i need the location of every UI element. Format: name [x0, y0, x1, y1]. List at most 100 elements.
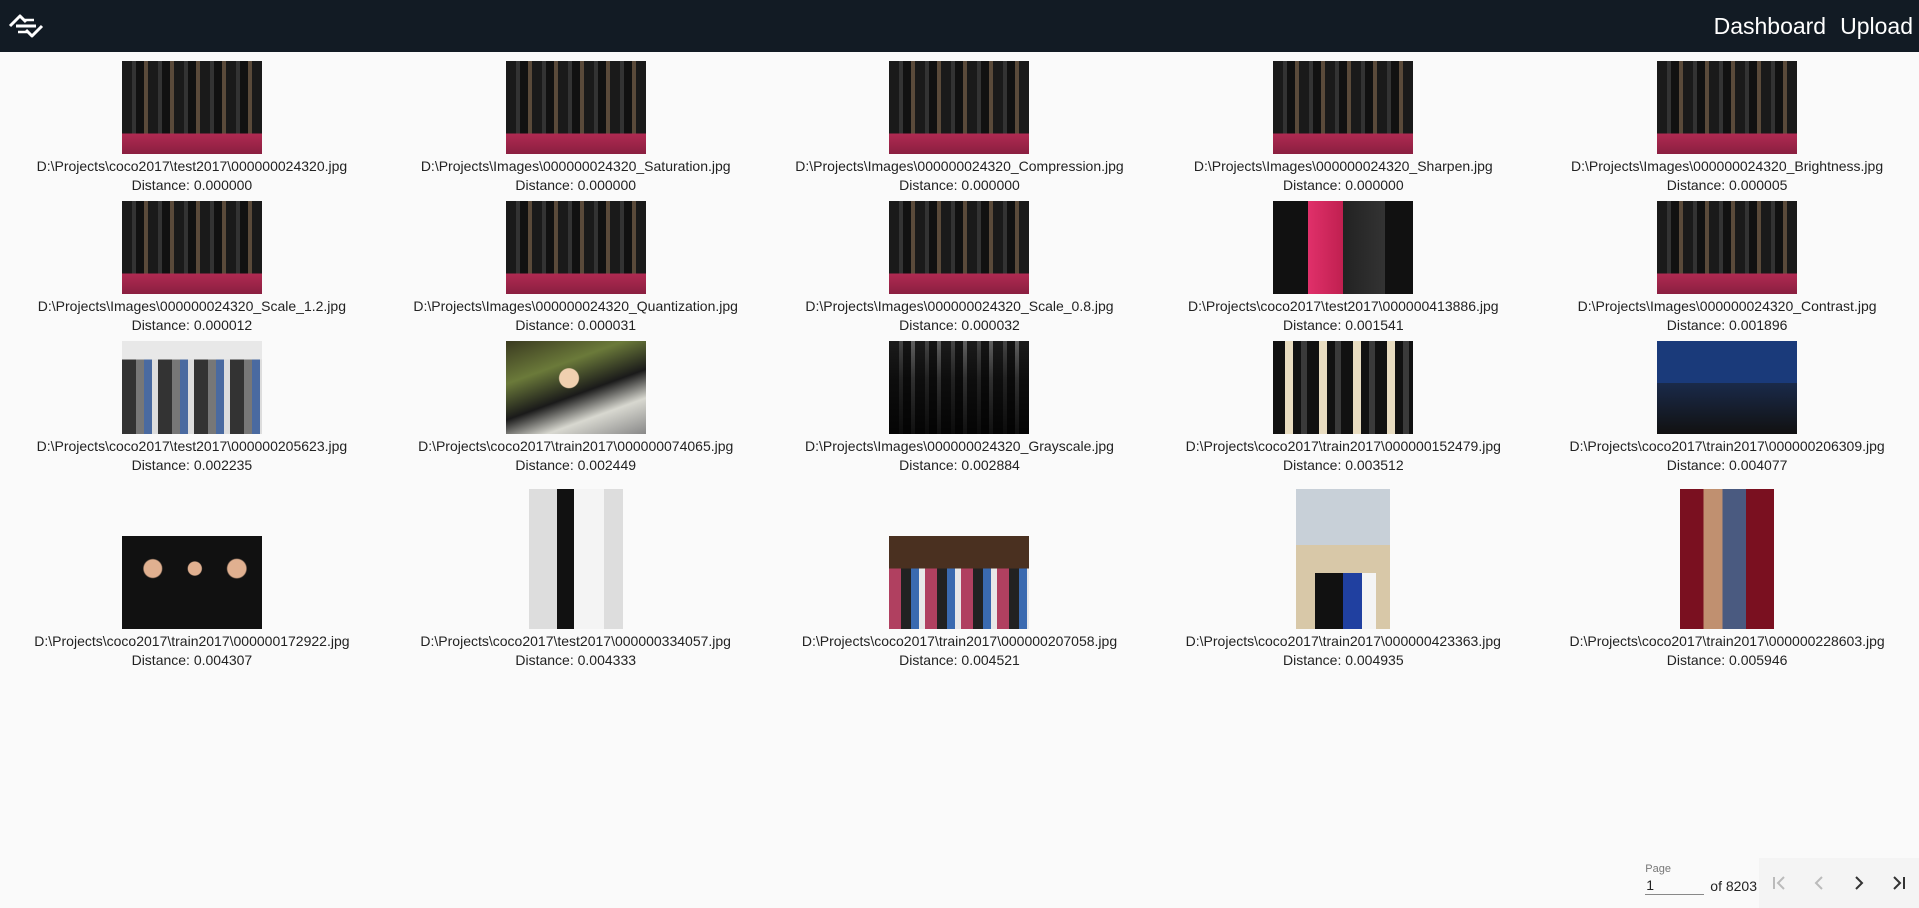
- page-total-text: of 8203: [1710, 878, 1757, 894]
- first-page-button[interactable]: [1759, 858, 1799, 908]
- result-distance: Distance: 0.001541: [1282, 317, 1404, 333]
- result-card[interactable]: D:\Projects\coco2017\train2017\000000152…: [1151, 341, 1535, 475]
- result-distance: Distance: 0.002449: [515, 457, 637, 473]
- thumbnail-frame: [1657, 61, 1798, 154]
- thumbnail-frame: [528, 489, 623, 629]
- result-thumbnail[interactable]: [1657, 341, 1798, 434]
- result-path: D:\Projects\Images\000000024320_Contrast…: [1577, 298, 1877, 314]
- result-thumbnail[interactable]: [505, 61, 646, 154]
- results-row: D:\Projects\coco2017\test2017\0000000243…: [0, 61, 1919, 195]
- thumbnail-frame: [505, 61, 646, 154]
- result-thumbnail[interactable]: [121, 201, 262, 294]
- pager-buttons: [1759, 858, 1919, 908]
- result-distance: Distance: 0.000000: [515, 177, 637, 193]
- result-thumbnail[interactable]: [505, 201, 646, 294]
- thumbnail-frame: [1273, 341, 1414, 434]
- results-row: D:\Projects\coco2017\test2017\0000002056…: [0, 341, 1919, 475]
- result-distance: Distance: 0.002884: [899, 457, 1020, 473]
- result-card[interactable]: D:\Projects\Images\000000024320_Grayscal…: [768, 341, 1152, 475]
- result-card[interactable]: D:\Projects\Images\000000024320_Saturati…: [384, 61, 768, 195]
- result-distance: Distance: 0.003512: [1282, 457, 1404, 473]
- results-grid: D:\Projects\coco2017\test2017\0000000243…: [0, 52, 1919, 670]
- result-card[interactable]: D:\Projects\Images\000000024320_Brightne…: [1535, 61, 1919, 195]
- result-path: D:\Projects\coco2017\test2017\0000004138…: [1188, 298, 1499, 314]
- thumbnail-frame: [121, 489, 262, 629]
- nav-upload-link[interactable]: Upload: [1836, 13, 1917, 40]
- thumbnail-frame: [1273, 61, 1414, 154]
- result-card[interactable]: D:\Projects\coco2017\test2017\0000000243…: [0, 61, 384, 195]
- result-thumbnail[interactable]: [528, 489, 623, 629]
- next-page-button[interactable]: [1839, 858, 1879, 908]
- result-card[interactable]: D:\Projects\coco2017\train2017\000000172…: [0, 489, 384, 670]
- result-path: D:\Projects\coco2017\test2017\0000002056…: [36, 438, 348, 454]
- result-card[interactable]: D:\Projects\coco2017\train2017\000000423…: [1151, 489, 1535, 670]
- thumbnail-frame: [889, 61, 1030, 154]
- result-thumbnail[interactable]: [121, 536, 262, 629]
- thumbnail-frame: [1296, 489, 1391, 629]
- thumbnail-frame: [121, 61, 262, 154]
- result-thumbnail[interactable]: [121, 341, 262, 434]
- thumbnail-frame: [505, 201, 646, 294]
- result-path: D:\Projects\Images\000000024320_Compress…: [795, 158, 1124, 174]
- next-page-icon: [1855, 876, 1864, 890]
- result-thumbnail[interactable]: [889, 201, 1030, 294]
- result-card[interactable]: D:\Projects\Images\000000024320_Scale_0.…: [768, 201, 1152, 335]
- result-distance: Distance: 0.004307: [131, 652, 253, 668]
- result-distance: Distance: 0.000000: [131, 177, 253, 193]
- result-card[interactable]: D:\Projects\Images\000000024320_Quantiza…: [384, 201, 768, 335]
- result-distance: Distance: 0.004521: [899, 652, 1020, 668]
- results-row: D:\Projects\Images\000000024320_Scale_1.…: [0, 201, 1919, 335]
- result-card[interactable]: D:\Projects\coco2017\train2017\000000207…: [768, 489, 1152, 670]
- result-path: D:\Projects\Images\000000024320_Grayscal…: [805, 438, 1114, 454]
- last-page-button[interactable]: [1879, 858, 1919, 908]
- result-card[interactable]: D:\Projects\coco2017\test2017\0000004138…: [1151, 201, 1535, 335]
- previous-page-icon: [1814, 876, 1823, 890]
- result-thumbnail[interactable]: [889, 61, 1030, 154]
- result-path: D:\Projects\coco2017\train2017\000000172…: [34, 633, 350, 649]
- result-thumbnail[interactable]: [1296, 489, 1391, 629]
- page-field: Page: [1645, 863, 1705, 908]
- result-card[interactable]: D:\Projects\coco2017\train2017\000000206…: [1535, 341, 1919, 475]
- thumbnail-frame: [505, 341, 646, 434]
- result-thumbnail[interactable]: [1680, 489, 1775, 629]
- result-thumbnail[interactable]: [889, 536, 1030, 629]
- result-path: D:\Projects\coco2017\train2017\000000074…: [418, 438, 734, 454]
- thumbnail-frame: [889, 201, 1030, 294]
- result-distance: Distance: 0.000012: [131, 317, 253, 333]
- result-path: D:\Projects\Images\000000024320_Sharpen.…: [1193, 158, 1493, 174]
- result-thumbnail[interactable]: [1273, 201, 1414, 294]
- thumbnail-frame: [1657, 201, 1798, 294]
- result-card[interactable]: D:\Projects\coco2017\train2017\000000228…: [1535, 489, 1919, 670]
- result-card[interactable]: D:\Projects\Images\000000024320_Sharpen.…: [1151, 61, 1535, 195]
- result-card[interactable]: D:\Projects\Images\000000024320_Contrast…: [1535, 201, 1919, 335]
- result-thumbnail[interactable]: [1657, 61, 1798, 154]
- result-distance: Distance: 0.000000: [899, 177, 1020, 193]
- result-distance: Distance: 0.004077: [1666, 457, 1788, 473]
- result-thumbnail[interactable]: [1273, 61, 1414, 154]
- result-path: D:\Projects\coco2017\train2017\000000228…: [1569, 633, 1885, 649]
- result-path: D:\Projects\coco2017\test2017\0000000243…: [36, 158, 348, 174]
- result-thumbnail[interactable]: [121, 61, 262, 154]
- result-thumbnail[interactable]: [889, 341, 1030, 434]
- last-page-icon: [1893, 876, 1905, 890]
- result-thumbnail[interactable]: [1657, 201, 1798, 294]
- result-distance: Distance: 0.004935: [1282, 652, 1404, 668]
- result-path: D:\Projects\Images\000000024320_Scale_1.…: [37, 298, 346, 314]
- thumbnail-frame: [889, 341, 1030, 434]
- result-thumbnail[interactable]: [505, 341, 646, 434]
- result-thumbnail[interactable]: [1273, 341, 1414, 434]
- page-number-input[interactable]: [1645, 877, 1705, 895]
- result-distance: Distance: 0.004333: [515, 652, 637, 668]
- result-card[interactable]: D:\Projects\Images\000000024320_Scale_1.…: [0, 201, 384, 335]
- result-card[interactable]: D:\Projects\coco2017\train2017\000000074…: [384, 341, 768, 475]
- result-distance: Distance: 0.005946: [1666, 652, 1788, 668]
- result-distance: Distance: 0.002235: [131, 457, 253, 473]
- nav-dashboard-link[interactable]: Dashboard: [1710, 13, 1831, 40]
- logo[interactable]: [0, 0, 52, 52]
- result-card[interactable]: D:\Projects\coco2017\test2017\0000003340…: [384, 489, 768, 670]
- result-distance: Distance: 0.000031: [515, 317, 637, 333]
- result-card[interactable]: D:\Projects\coco2017\test2017\0000002056…: [0, 341, 384, 475]
- nav-links: Dashboard Upload: [1710, 13, 1917, 40]
- previous-page-button[interactable]: [1799, 858, 1839, 908]
- result-card[interactable]: D:\Projects\Images\000000024320_Compress…: [768, 61, 1152, 195]
